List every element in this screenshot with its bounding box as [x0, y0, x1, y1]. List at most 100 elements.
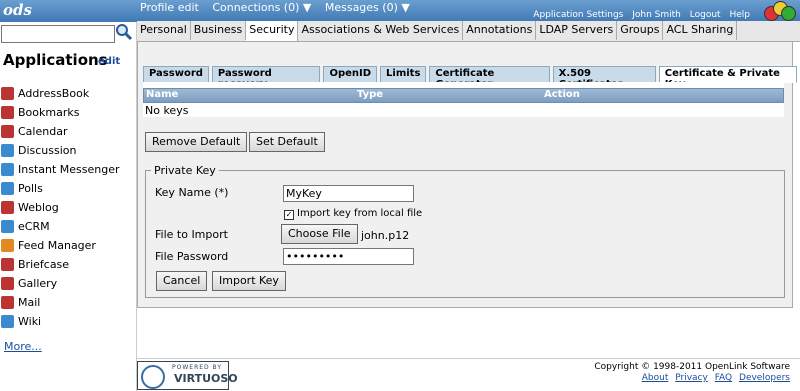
top-nav: Profile edit Connections (0) ▼ Messages …: [140, 1, 420, 14]
key-name-input[interactable]: MyKey: [283, 185, 414, 202]
tab-annotations[interactable]: Annotations: [463, 21, 537, 40]
private-key-legend: Private Key: [151, 164, 219, 177]
privacy-link[interactable]: Privacy: [675, 373, 708, 383]
sidebar-app-item[interactable]: Polls: [1, 179, 120, 198]
choose-file-button[interactable]: Choose File: [281, 224, 358, 244]
about-link[interactable]: About: [642, 373, 669, 383]
subtab-limits[interactable]: Limits: [380, 66, 427, 83]
tab-groups[interactable]: Groups: [617, 21, 664, 40]
faq-link[interactable]: FAQ: [715, 373, 732, 383]
file-password-input[interactable]: •••••••••: [283, 248, 414, 265]
column-action: Action: [544, 89, 580, 100]
file-to-import-label: File to Import: [155, 228, 228, 241]
ods-logo[interactable]: ods: [3, 1, 32, 19]
app-icon: [1, 296, 14, 309]
openlink-balls-icon: [764, 1, 796, 21]
sidebar-app-item[interactable]: eCRM: [1, 217, 120, 236]
app-icon: [1, 277, 14, 290]
column-name: Name: [146, 89, 179, 100]
search-input[interactable]: [1, 25, 115, 43]
sidebar-app-item[interactable]: Calendar: [1, 122, 120, 141]
subtab-x-509-certificates[interactable]: X.509 Certificates: [552, 66, 656, 90]
footer-links: About Privacy FAQ Developers: [638, 373, 790, 383]
sidebar-app-label: Polls: [18, 182, 43, 195]
virtuoso-text: VIRTUOSO: [174, 372, 238, 385]
applications-heading: Applications: [3, 51, 108, 69]
sidebar-app-label: Weblog: [18, 201, 59, 214]
powered-by-text: POWERED BY: [172, 364, 223, 371]
tab-business[interactable]: Business: [191, 21, 247, 40]
sidebar-app-item[interactable]: Feed Manager: [1, 236, 120, 255]
sidebar-app-label: Instant Messenger: [18, 163, 120, 176]
column-type: Type: [357, 89, 384, 100]
developers-link[interactable]: Developers: [739, 373, 790, 383]
tab-associations-web-services[interactable]: Associations & Web Services: [298, 21, 464, 40]
sidebar-app-label: AddressBook: [18, 87, 90, 100]
sidebar-app-item[interactable]: Wiki: [1, 312, 120, 331]
app-icon: [1, 258, 14, 271]
sidebar-app-item[interactable]: AddressBook: [1, 84, 120, 103]
import-key-button[interactable]: Import Key: [212, 271, 286, 291]
sidebar-app-item[interactable]: Instant Messenger: [1, 160, 120, 179]
messages-menu[interactable]: Messages (0) ▼: [325, 1, 410, 14]
sidebar-app-item[interactable]: Discussion: [1, 141, 120, 160]
keys-table: Name Type Action No keys: [143, 82, 784, 117]
tab-ldap-servers[interactable]: LDAP Servers: [536, 21, 618, 40]
cancel-button[interactable]: Cancel: [156, 271, 208, 291]
applications-edit-link[interactable]: edit: [98, 56, 120, 67]
sidebar-app-label: Feed Manager: [18, 239, 96, 252]
search-icon[interactable]: [115, 23, 133, 41]
top-bar: ods Profile edit Connections (0) ▼ Messa…: [0, 0, 800, 22]
app-icon: [1, 106, 14, 119]
app-icon: [1, 125, 14, 138]
help-link[interactable]: Help: [729, 10, 750, 20]
sidebar-app-item[interactable]: Mail: [1, 293, 120, 312]
set-default-button[interactable]: Set Default: [249, 132, 325, 152]
sidebar-app-label: Briefcase: [18, 258, 70, 271]
app-icon: [1, 315, 14, 328]
app-icon: [1, 144, 14, 157]
sidebar-app-item[interactable]: Bookmarks: [1, 103, 120, 122]
tab-acl-sharing[interactable]: ACL Sharing: [663, 21, 738, 40]
key-name-label: Key Name (*): [155, 186, 229, 199]
sidebar-app-label: Bookmarks: [18, 106, 80, 119]
remove-default-button[interactable]: Remove Default: [145, 132, 248, 152]
import-local-checkbox[interactable]: ✓: [284, 210, 294, 220]
app-icon: [1, 239, 14, 252]
tab-personal[interactable]: Personal: [137, 21, 191, 40]
sidebar-app-item[interactable]: Weblog: [1, 198, 120, 217]
application-settings-link[interactable]: Application Settings: [533, 10, 623, 20]
app-icon: [1, 201, 14, 214]
sidebar-app-label: Wiki: [18, 315, 42, 328]
file-password-label: File Password: [155, 250, 229, 263]
keys-table-header: Name Type Action: [143, 88, 784, 103]
app-icon: [1, 182, 14, 195]
virtuoso-logo-icon: [141, 365, 165, 389]
sidebar-app-label: Gallery: [18, 277, 58, 290]
selected-file-name: john.p12: [361, 229, 410, 242]
tab-security[interactable]: Security: [246, 21, 299, 42]
sidebar-app-label: Calendar: [18, 125, 68, 138]
sidebar-app-item[interactable]: Gallery: [1, 274, 120, 293]
footer-divider: [137, 358, 800, 359]
user-name-link[interactable]: John Smith: [632, 10, 681, 20]
subtab-certificate-private-key[interactable]: Certificate & Private Key: [658, 66, 797, 90]
sidebar-app-label: Mail: [18, 296, 41, 309]
subtab-password-recovery[interactable]: Password recovery: [211, 66, 321, 90]
connections-menu[interactable]: Connections (0) ▼: [212, 1, 311, 14]
subtab-certificate-generator[interactable]: Certificate Generator: [429, 66, 550, 90]
sidebar-app-label: eCRM: [18, 220, 50, 233]
profile-edit-link[interactable]: Profile edit: [140, 1, 199, 14]
import-local-label: Import key from local file: [297, 208, 423, 219]
logout-link[interactable]: Logout: [690, 10, 721, 20]
subtab-openid[interactable]: OpenID: [323, 66, 378, 83]
more-link[interactable]: More...: [4, 340, 42, 353]
security-subtabs: PasswordPassword recoveryOpenIDLimitsCer…: [143, 66, 800, 90]
app-icon: [1, 163, 14, 176]
sidebar-app-item[interactable]: Briefcase: [1, 255, 120, 274]
subtab-password[interactable]: Password: [143, 66, 209, 83]
top-links: Application Settings John Smith Logout H…: [527, 10, 750, 20]
powered-by-virtuoso-badge[interactable]: POWERED BY VIRTUOSO: [137, 361, 238, 390]
app-icon: [1, 220, 14, 233]
sidebar-app-label: Discussion: [18, 144, 77, 157]
